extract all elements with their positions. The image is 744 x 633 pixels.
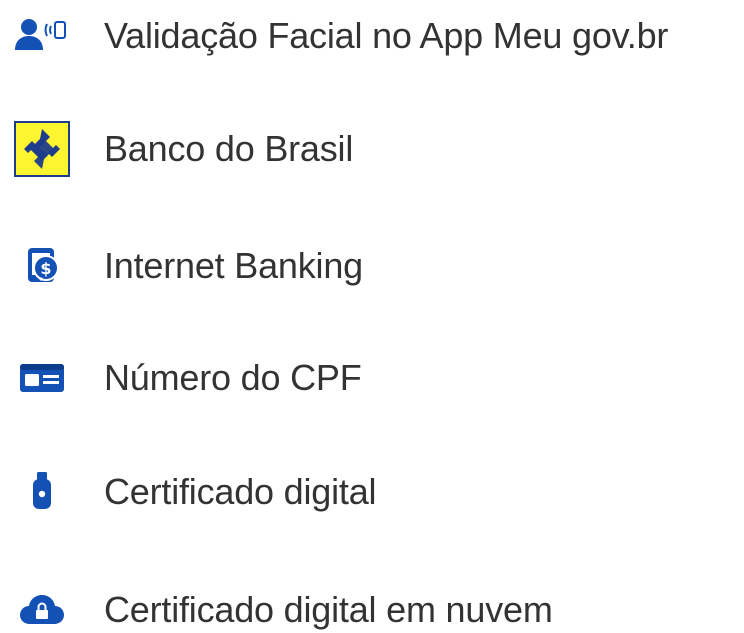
login-option-internet-banking[interactable]: $ Internet Banking xyxy=(0,230,744,302)
login-option-banco-do-brasil[interactable]: Banco do Brasil xyxy=(0,113,744,185)
login-option-digital-certificate[interactable]: Certificado digital xyxy=(0,456,744,528)
id-card-icon xyxy=(14,350,70,406)
login-option-label: Validação Facial no App Meu gov.br xyxy=(104,15,669,56)
login-option-facial-validation[interactable]: Validação Facial no App Meu gov.br xyxy=(0,0,744,72)
login-options-list: Validação Facial no App Meu gov.br Banco… xyxy=(0,0,744,633)
login-option-label: Certificado digital em nuvem xyxy=(104,589,553,630)
login-option-label: Internet Banking xyxy=(104,245,363,286)
usb-token-icon xyxy=(14,464,70,520)
login-option-label: Número do CPF xyxy=(104,357,362,398)
svg-text:$: $ xyxy=(40,259,51,278)
login-option-label: Banco do Brasil xyxy=(104,128,354,169)
login-option-cpf[interactable]: Número do CPF xyxy=(0,342,744,414)
cloud-lock-icon xyxy=(14,582,70,633)
bank-dollar-icon: $ xyxy=(14,238,70,294)
user-face-scan-icon xyxy=(14,8,70,64)
banco-do-brasil-logo-icon xyxy=(14,121,70,177)
login-option-label: Certificado digital xyxy=(104,471,377,512)
login-option-cloud-certificate[interactable]: Certificado digital em nuvem xyxy=(0,574,744,633)
